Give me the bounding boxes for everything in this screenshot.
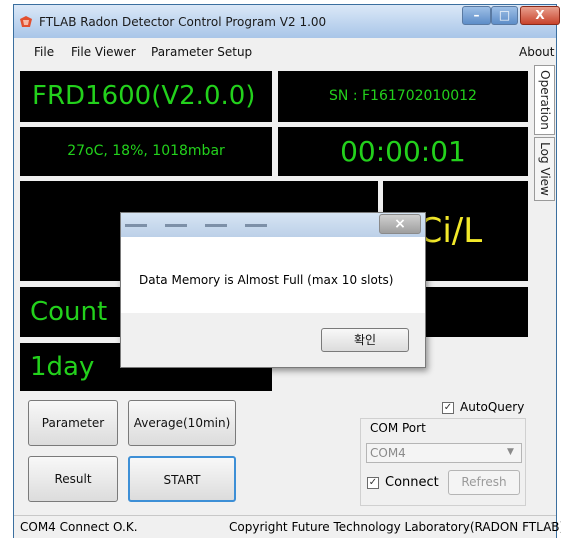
status-bar: COM4 Connect O.K. Copyright Future Techn… (14, 515, 561, 538)
parameter-button[interactable]: Parameter (28, 400, 118, 446)
com-port-value: COM4 (370, 446, 406, 460)
autoquery-label: AutoQuery (460, 400, 525, 414)
message-dialog: × Data Memory is Almost Full (max 10 slo… (120, 212, 426, 368)
tab-log-view[interactable]: Log View (534, 137, 555, 201)
menu-about[interactable]: About (519, 45, 554, 59)
menu-bar: File File Viewer Parameter Setup About (14, 39, 556, 64)
serial-display: SN : F161702010012 (278, 71, 528, 122)
connect-label: Connect (385, 475, 439, 490)
model-display: FRD1600(V2.0.0) (20, 71, 272, 122)
com-port-select[interactable]: COM4 ▼ (366, 443, 522, 463)
tab-log-view-label: Log View (537, 142, 552, 196)
dialog-close-button[interactable]: × (379, 214, 421, 234)
ok-button[interactable]: 확인 (321, 328, 409, 352)
dialog-marquee (125, 221, 335, 229)
window-title: FTLAB Radon Detector Control Program V2 … (39, 15, 327, 29)
tab-operation[interactable]: Operation (534, 65, 555, 135)
copyright-text: Copyright Future Technology Laboratory(R… (229, 520, 561, 534)
connect-checkbox[interactable]: ✓ (367, 477, 379, 489)
close-button[interactable]: X (520, 6, 560, 25)
tab-operation-label: Operation (537, 70, 552, 130)
period-label: 1day (30, 352, 95, 382)
menu-file-viewer[interactable]: File Viewer (71, 45, 136, 59)
maximize-button[interactable]: □ (491, 6, 518, 25)
dialog-message: Data Memory is Almost Full (max 10 slots… (139, 273, 394, 287)
count-label-display: Count (20, 287, 120, 337)
status-text: COM4 Connect O.K. (20, 520, 138, 534)
timer-display: 00:00:01 (278, 127, 528, 176)
menu-parameter-setup[interactable]: Parameter Setup (151, 45, 252, 59)
com-port-group-label: COM Port (368, 421, 428, 435)
title-bar[interactable]: FTLAB Radon Detector Control Program V2 … (14, 5, 560, 38)
autoquery-checkbox[interactable]: ✓ (442, 402, 454, 414)
environment-display: 27oC, 18%, 1018mbar (20, 127, 272, 176)
chevron-down-icon: ▼ (507, 447, 514, 457)
menu-file[interactable]: File (34, 45, 54, 59)
minimize-button[interactable]: – (462, 6, 491, 25)
average-button[interactable]: Average(10min) (128, 400, 236, 446)
resize-grip-icon[interactable]: ⋰ (544, 522, 553, 532)
start-button[interactable]: START (128, 456, 236, 502)
app-icon (20, 16, 32, 27)
result-button[interactable]: Result (28, 456, 118, 502)
refresh-button[interactable]: Refresh (448, 470, 520, 495)
